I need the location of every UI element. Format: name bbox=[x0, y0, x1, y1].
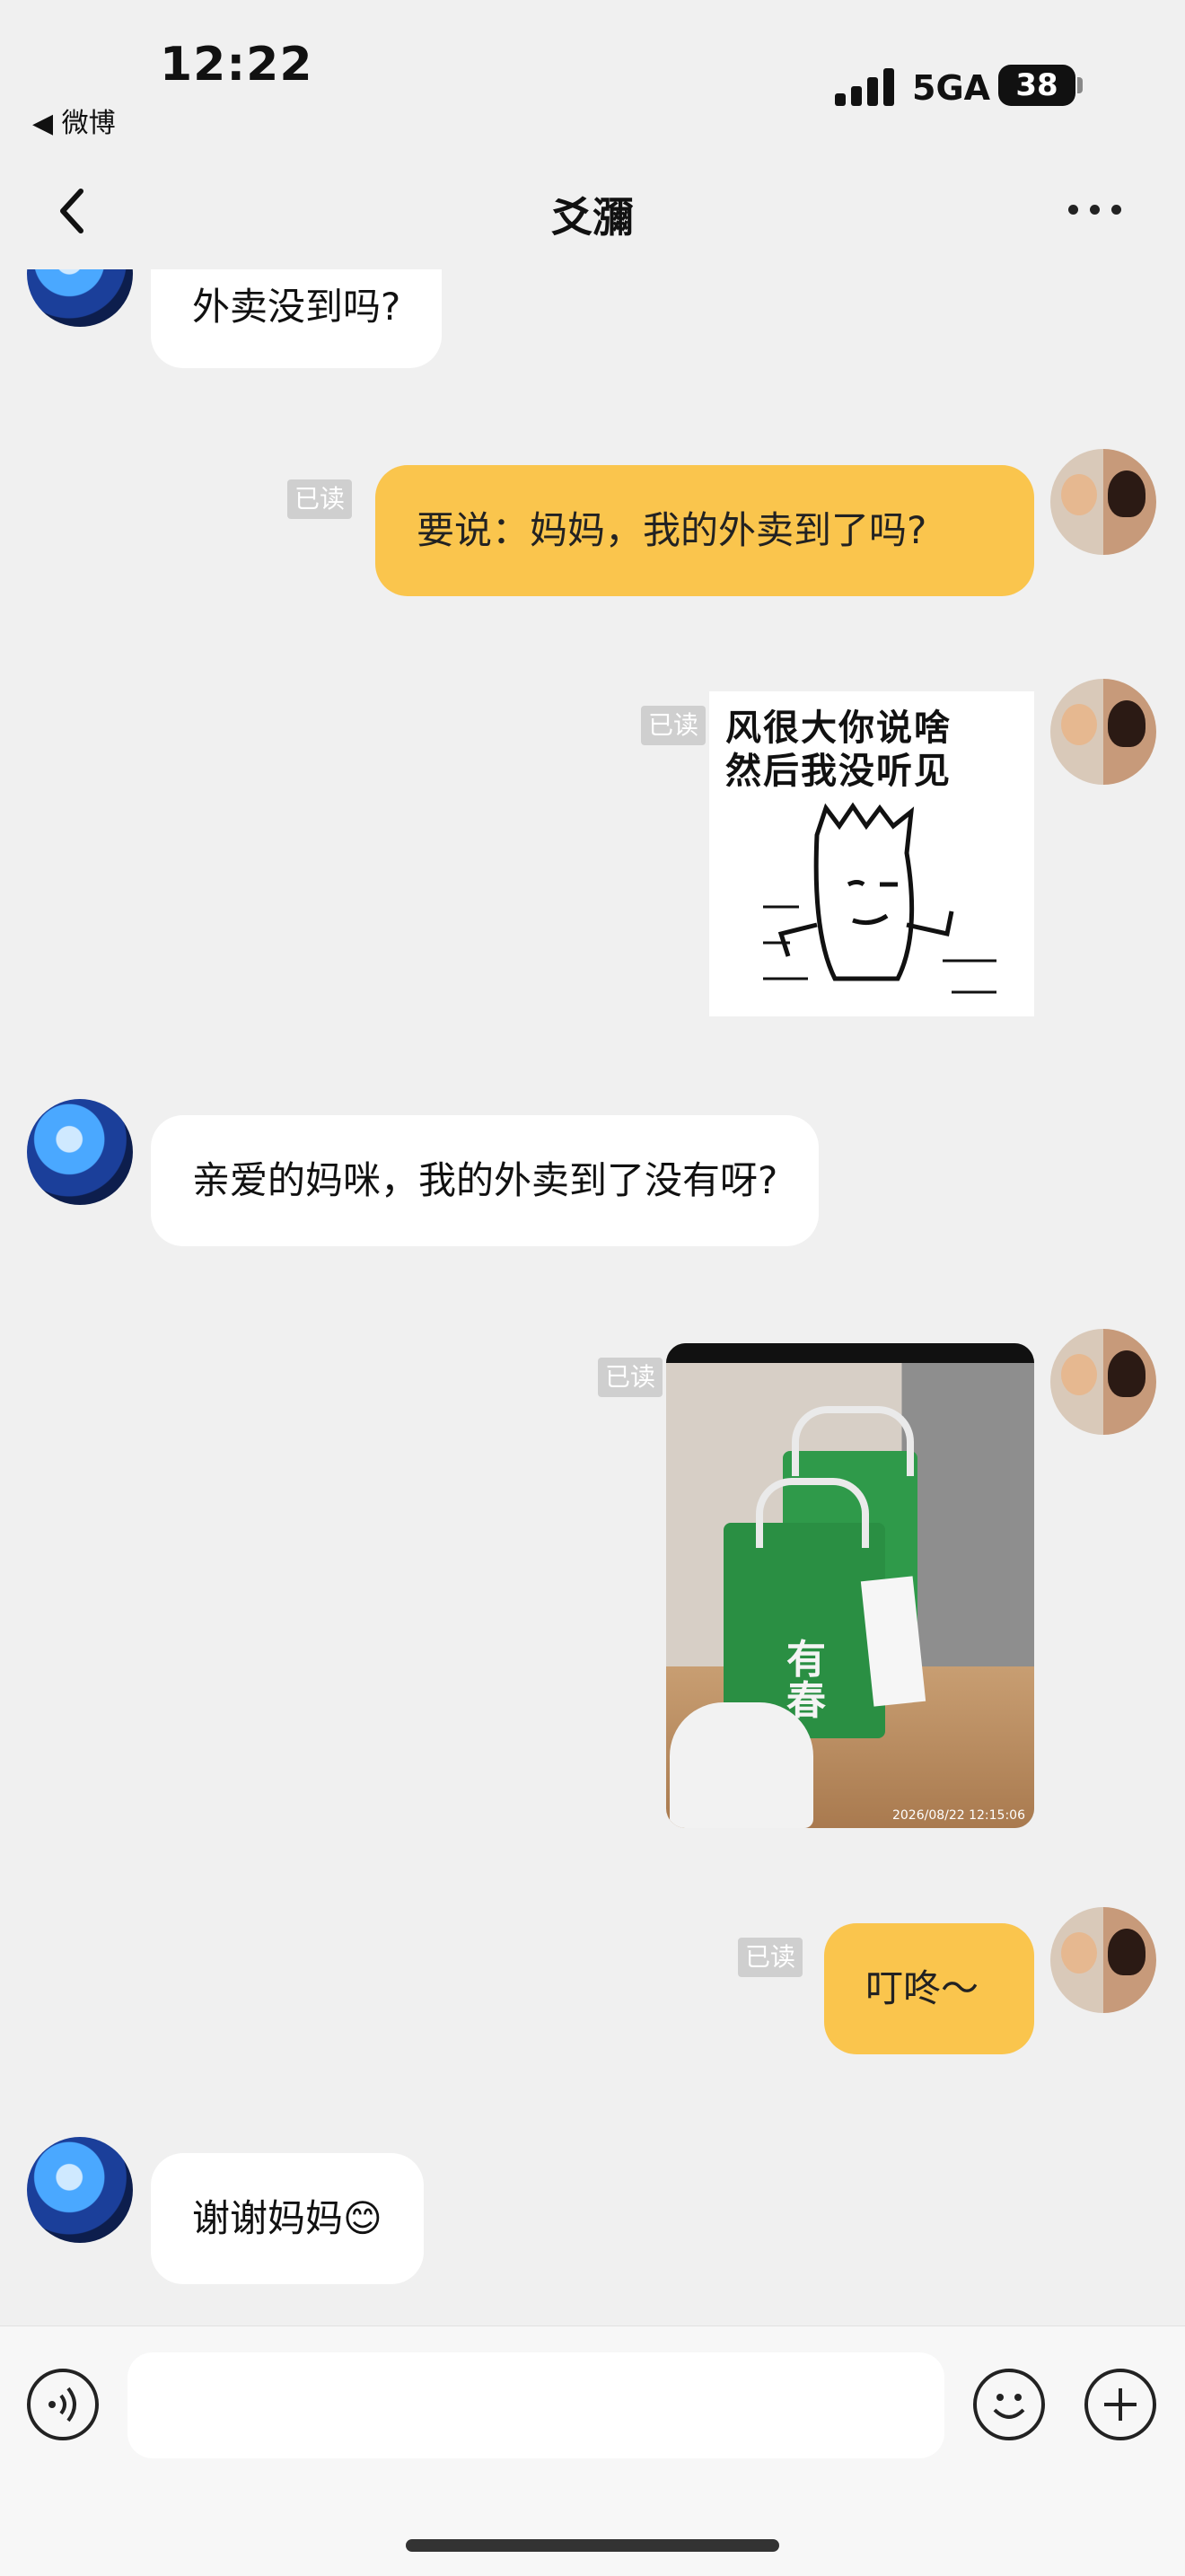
emoji-button[interactable] bbox=[973, 2369, 1045, 2440]
avatar-self[interactable] bbox=[1050, 449, 1156, 555]
sticker-image[interactable]: 风很大你说啥 然后我没听见 bbox=[709, 691, 1034, 1016]
more-dots-icon bbox=[1068, 205, 1078, 215]
avatar-self[interactable] bbox=[1050, 1329, 1156, 1435]
bag-logo-text: 有春 bbox=[786, 1637, 826, 1724]
photo-timestamp: 2026/08/22 12:15:06 bbox=[891, 1808, 1025, 1823]
message-input[interactable] bbox=[127, 2352, 944, 2458]
avatar-self[interactable] bbox=[1050, 679, 1156, 785]
sticker-text-line: 然后我没听见 bbox=[725, 751, 952, 792]
plus-button[interactable] bbox=[1084, 2369, 1156, 2440]
read-status: 已读 bbox=[738, 1938, 803, 1977]
message-bubble[interactable]: 叮咚～ bbox=[824, 1923, 1034, 2054]
voice-button[interactable] bbox=[27, 2369, 99, 2440]
signal-icon bbox=[835, 66, 898, 106]
chat-title: 爻瀰 bbox=[551, 193, 634, 242]
avatar-other[interactable] bbox=[27, 1099, 133, 1205]
plastic-bag bbox=[670, 1702, 813, 1828]
battery-tip bbox=[1077, 77, 1083, 93]
more-dot bbox=[1111, 205, 1121, 215]
home-indicator[interactable] bbox=[406, 2539, 779, 2552]
emoji-icon bbox=[993, 2394, 1025, 2419]
back-to-app-link[interactable]: ◀ 微博 bbox=[32, 101, 116, 140]
voice-icon bbox=[48, 2387, 76, 2422]
photo-top-edge bbox=[666, 1343, 1034, 1363]
status-time: 12:22 bbox=[160, 38, 313, 92]
avatar-other[interactable] bbox=[27, 269, 133, 327]
read-status: 已读 bbox=[598, 1358, 663, 1397]
battery-icon: 38 bbox=[998, 65, 1075, 106]
cartoon-figure-icon bbox=[763, 802, 996, 994]
bag-handle bbox=[792, 1406, 914, 1476]
avatar-self[interactable] bbox=[1050, 1907, 1156, 2013]
more-dot bbox=[1090, 205, 1100, 215]
more-button[interactable] bbox=[1059, 192, 1131, 228]
delivery-photo[interactable]: 有春 2026/08/22 12:15:06 bbox=[666, 1343, 1034, 1828]
message-bubble[interactable]: 谢谢妈妈😊 bbox=[151, 2153, 424, 2284]
chat-list[interactable]: 外卖没到吗? 已读 要说：妈妈，我的外卖到了吗? 已读 风很大你说啥 然后我没听… bbox=[0, 269, 1185, 2325]
network-type: 5GA bbox=[912, 68, 991, 108]
message-bubble[interactable]: 要说：妈妈，我的外卖到了吗? bbox=[375, 465, 1034, 596]
plus-icon bbox=[1104, 2388, 1137, 2421]
avatar-other[interactable] bbox=[27, 2137, 133, 2243]
read-status: 已读 bbox=[641, 706, 706, 745]
read-status: 已读 bbox=[287, 479, 352, 519]
message-bubble[interactable]: 外卖没到吗? bbox=[151, 269, 443, 368]
message-bubble[interactable]: 亲爱的妈咪，我的外卖到了没有呀? bbox=[151, 1115, 820, 1246]
bag-handle bbox=[756, 1478, 869, 1548]
